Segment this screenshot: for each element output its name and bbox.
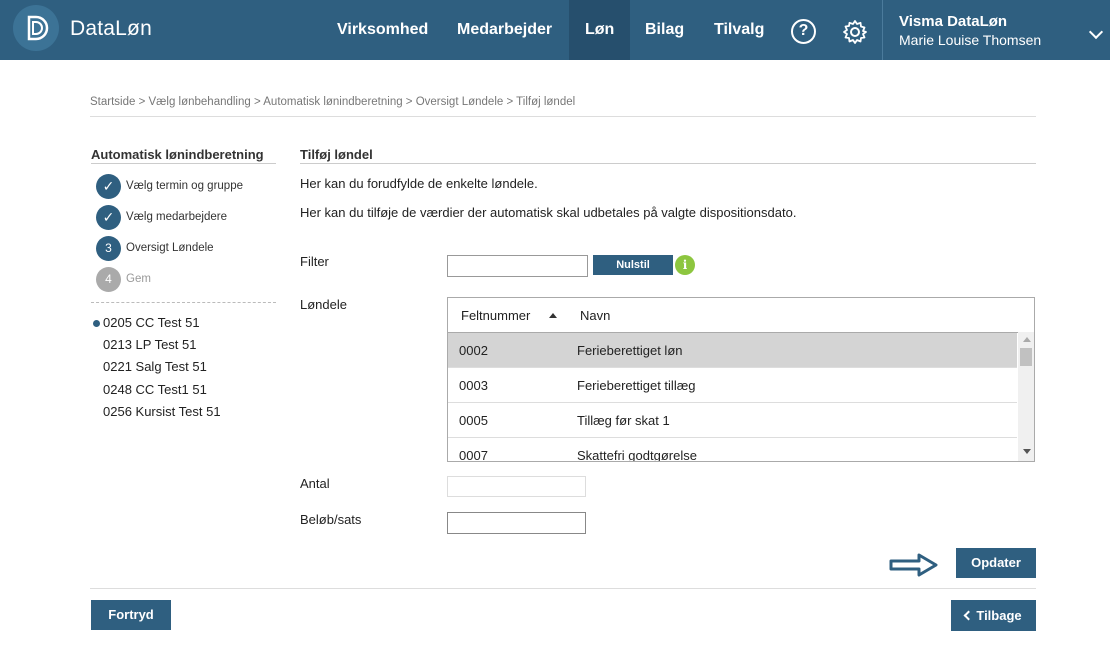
- description-text: Her kan du forudfylde de enkelte løndele…: [300, 176, 538, 191]
- nav-virksomhed[interactable]: Virksomhed: [321, 0, 444, 60]
- breadcrumb[interactable]: Startside > Vælg lønbehandling > Automat…: [90, 96, 575, 108]
- employee-item[interactable]: 0256 Kursist Test 51: [103, 404, 221, 419]
- back-button-label: Tilbage: [976, 608, 1022, 623]
- step-label: Vælg medarbejdere: [126, 211, 228, 223]
- divider: [300, 163, 1036, 164]
- cell-navn: Ferieberettiget løn: [577, 343, 683, 358]
- step-label: Vælg termin og gruppe: [126, 180, 243, 192]
- table-row[interactable]: 0005 Tillæg før skat 1: [448, 403, 1017, 438]
- cell-navn: Tillæg før skat 1: [577, 413, 670, 428]
- loendele-label: Løndele: [300, 297, 347, 312]
- scroll-down-icon[interactable]: [1023, 449, 1031, 454]
- dataloen-logo-icon[interactable]: [13, 5, 59, 51]
- chevron-down-icon[interactable]: [1088, 24, 1104, 40]
- checkmark-icon: ✓: [96, 174, 121, 199]
- help-icon[interactable]: ?: [791, 19, 816, 44]
- back-button[interactable]: Tilbage: [951, 600, 1036, 631]
- step-number: 4: [96, 267, 121, 292]
- nav-loen[interactable]: Løn: [569, 0, 631, 60]
- step-label: Oversigt Løndele: [126, 242, 214, 254]
- divider: [90, 588, 1036, 589]
- scroll-thumb[interactable]: [1020, 348, 1032, 366]
- nav-medarbejder[interactable]: Medarbejder: [441, 0, 568, 60]
- nav-tilvalg[interactable]: Tilvalg: [698, 0, 780, 60]
- antal-label: Antal: [300, 476, 330, 491]
- table-row[interactable]: 0007 Skattefri godtgørelse: [448, 438, 1017, 462]
- antal-input[interactable]: [447, 476, 586, 497]
- cell-feltnummer: 0007: [459, 448, 488, 462]
- divider: [90, 116, 1036, 117]
- description-text: Her kan du tilføje de værdier der automa…: [300, 205, 797, 220]
- user-name: Marie Louise Thomsen: [899, 32, 1042, 48]
- table-row[interactable]: 0003 Ferieberettiget tillæg: [448, 368, 1017, 403]
- page-title: Tilføj løndel: [300, 147, 373, 162]
- employee-item[interactable]: 0205 CC Test 51: [103, 315, 200, 330]
- cancel-button[interactable]: Fortryd: [91, 600, 171, 630]
- divider: [91, 163, 276, 164]
- selected-bullet-icon: [93, 320, 100, 327]
- top-navigation-bar: DataLøn Virksomhed Medarbejder Løn Bilag…: [0, 0, 1110, 60]
- loendele-table[interactable]: Feltnummer Navn 0002 Ferieberettiget løn…: [447, 297, 1035, 462]
- checkmark-icon: ✓: [96, 205, 121, 230]
- filter-label: Filter: [300, 254, 329, 269]
- belob-label: Beløb/sats: [300, 512, 362, 527]
- employee-item[interactable]: 0221 Salg Test 51: [103, 359, 207, 374]
- divider: [91, 302, 276, 303]
- chevron-left-icon: [963, 610, 974, 621]
- cell-navn: Ferieberettiget tillæg: [577, 378, 696, 393]
- cell-feltnummer: 0002: [459, 343, 488, 358]
- employee-item[interactable]: 0248 CC Test1 51: [103, 382, 207, 397]
- cell-feltnummer: 0005: [459, 413, 488, 428]
- table-scrollbar[interactable]: [1018, 332, 1034, 461]
- step-label: Gem: [126, 273, 151, 285]
- update-button[interactable]: Opdater: [956, 548, 1036, 578]
- gear-icon[interactable]: [842, 19, 868, 45]
- employee-item[interactable]: 0213 LP Test 51: [103, 337, 197, 352]
- company-name: Visma DataLøn: [899, 13, 1008, 30]
- table-row[interactable]: 0002 Ferieberettiget løn: [448, 333, 1017, 368]
- brand-name[interactable]: DataLøn: [70, 17, 152, 41]
- nav-bilag[interactable]: Bilag: [629, 0, 700, 60]
- cell-feltnummer: 0003: [459, 378, 488, 393]
- column-header-navn[interactable]: Navn: [580, 308, 610, 323]
- filter-input[interactable]: [447, 255, 588, 277]
- arrow-right-icon: [889, 553, 939, 582]
- column-header-feltnummer[interactable]: Feltnummer: [461, 308, 530, 323]
- sidebar-title: Automatisk lønindberetning: [91, 147, 264, 162]
- user-menu[interactable]: Visma DataLøn Marie Louise Thomsen: [882, 0, 1110, 60]
- sort-ascending-icon[interactable]: [549, 313, 557, 318]
- scroll-up-icon[interactable]: [1023, 337, 1031, 342]
- cell-navn: Skattefri godtgørelse: [577, 448, 697, 462]
- step-number: 3: [96, 236, 121, 261]
- belob-input[interactable]: [447, 512, 586, 534]
- reset-button[interactable]: Nulstil: [593, 255, 673, 275]
- info-icon[interactable]: i: [675, 255, 695, 275]
